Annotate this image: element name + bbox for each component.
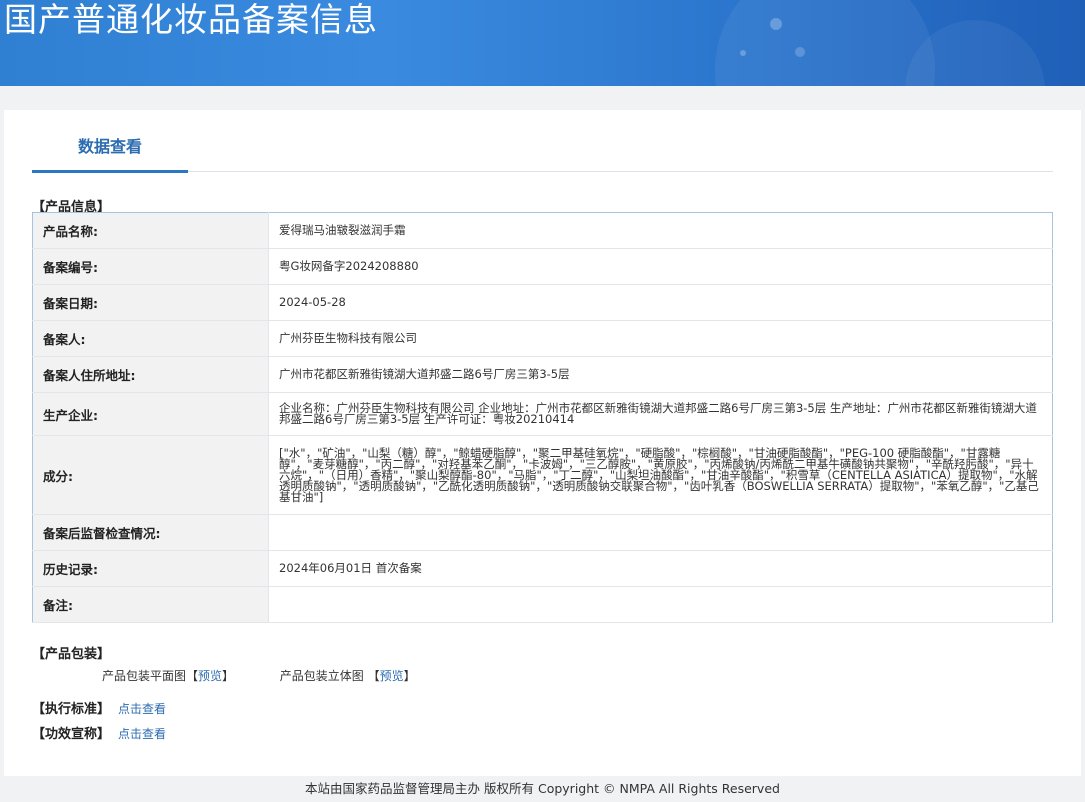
bracket: 【 (186, 669, 199, 683)
row-value: 2024-05-28 (268, 284, 1053, 321)
table-row: 备案编号: 粤G妆网备字2024208880 (32, 248, 1053, 285)
table-row: 备案后监督检查情况: (32, 514, 1053, 551)
row-key: 备案人住所地址: (32, 356, 269, 393)
table-row: 生产企业: 企业名称：广州芬臣生物科技有限公司 企业地址：广州市花都区新雅街镜湖… (32, 392, 1053, 436)
standard-label: 【执行标准】 (32, 702, 111, 717)
bracket: 】 (403, 669, 416, 683)
packaging-row: 产品包装平面图【预览】 产品包装立体图 【预览】 (102, 667, 416, 684)
table-row: 备注: (32, 586, 1053, 623)
row-value (268, 514, 1053, 551)
standard-row: 【执行标准】 点击查看 (32, 698, 166, 717)
bracket: 】 (222, 669, 235, 683)
tab-active-indicator (32, 170, 188, 173)
bracket: 【 (367, 669, 380, 683)
table-row: 备案日期: 2024-05-28 (32, 284, 1053, 321)
row-key: 产品名称: (32, 212, 269, 249)
footer-copyright: 本站由国家药品监督管理局主办 版权所有 Copyright © NMPA All… (305, 781, 780, 796)
row-value (268, 586, 1053, 623)
row-value: 粤G妆网备字2024208880 (268, 248, 1053, 285)
header-banner: 国产普通化妆品备案信息 (0, 0, 1085, 86)
product-info-table: 产品名称: 爱得瑞马油皲裂滋润手霜 备案编号: 粤G妆网备字2024208880… (32, 212, 1053, 623)
row-key: 生产企业: (32, 392, 269, 436)
solid-image-label: 产品包装立体图 (279, 669, 364, 683)
row-key: 成分: (32, 435, 269, 515)
table-row: 产品名称: 爱得瑞马油皲裂滋润手霜 (32, 212, 1053, 249)
claims-view-link[interactable]: 点击查看 (118, 727, 166, 741)
row-key: 备案编号: (32, 248, 269, 285)
tab-data-view[interactable]: 数据查看 (32, 134, 188, 172)
banner-dot (770, 18, 782, 30)
flat-preview-link[interactable]: 预览 (198, 669, 222, 683)
row-key: 备案后监督检查情况: (32, 514, 269, 551)
claims-row: 【功效宣称】 点击查看 (32, 723, 166, 742)
standard-view-link[interactable]: 点击查看 (118, 702, 166, 716)
row-key: 备案人: (32, 320, 269, 357)
row-value: ["水"，"矿油"，"山梨（糖）醇"，"鲸蜡硬脂醇"，"聚二甲基硅氧烷"，"硬脂… (268, 435, 1053, 515)
table-row: 历史记录: 2024年06月01日 首次备案 (32, 550, 1053, 587)
solid-preview-link[interactable]: 预览 (380, 669, 404, 683)
row-value: 2024年06月01日 首次备案 (268, 550, 1053, 587)
table-row: 备案人住所地址: 广州市花都区新雅街镜湖大道邦盛二路6号厂房三第3-5层 (32, 356, 1053, 393)
row-key: 备案日期: (32, 284, 269, 321)
banner-decoration (715, 0, 935, 86)
banner-dot (795, 47, 805, 57)
claims-label: 【功效宣称】 (32, 727, 111, 742)
table-row: 备案人: 广州芬臣生物科技有限公司 (32, 320, 1053, 357)
row-value: 爱得瑞马油皲裂滋润手霜 (268, 212, 1053, 249)
table-row: 成分: ["水"，"矿油"，"山梨（糖）醇"，"鲸蜡硬脂醇"，"聚二甲基硅氧烷"… (32, 435, 1053, 515)
packaging-heading: 【产品包装】 (32, 647, 111, 662)
row-value: 广州市花都区新雅街镜湖大道邦盛二路6号厂房三第3-5层 (268, 356, 1053, 393)
row-key: 备注: (32, 586, 269, 623)
banner-dot (740, 50, 746, 56)
page-title: 国产普通化妆品备案信息 (4, 0, 378, 39)
flat-image-label: 产品包装平面图 (102, 669, 187, 683)
row-key: 历史记录: (32, 550, 269, 587)
main-panel: 数据查看 【产品信息】 产品名称: 爱得瑞马油皲裂滋润手霜 备案编号: 粤G妆网… (4, 110, 1081, 776)
row-value: 广州芬臣生物科技有限公司 (268, 320, 1053, 357)
row-value: 企业名称：广州芬臣生物科技有限公司 企业地址：广州市花都区新雅街镜湖大道邦盛二路… (268, 392, 1053, 436)
